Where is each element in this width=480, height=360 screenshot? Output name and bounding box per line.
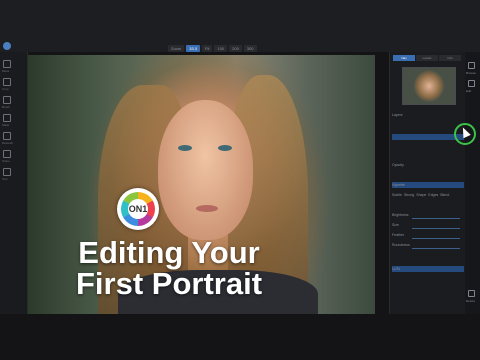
face [158, 100, 253, 240]
slider-roundness[interactable] [412, 248, 460, 249]
zoom-value[interactable]: 33.3 [186, 45, 201, 52]
zoom-100-button[interactable]: 100 [214, 45, 228, 52]
filter-tab-subtle[interactable]: Subtle [392, 192, 402, 198]
tab-levels[interactable]: Levels [416, 55, 438, 61]
opacity-label: Opacity [392, 163, 404, 167]
tool-label-mask: Mask [2, 123, 10, 127]
zoom-fit-button[interactable]: Fit [202, 45, 213, 52]
browse-icon[interactable] [468, 62, 475, 69]
tool-label-crop: Crop [2, 87, 9, 91]
tool-label-clone: Clone [2, 159, 10, 163]
eye-right [218, 145, 232, 151]
tab-nav[interactable]: Nav [393, 55, 415, 61]
layers-header[interactable]: Layers [392, 112, 464, 118]
rail-label-browse: Browse [466, 71, 477, 75]
navigator-thumbnail[interactable] [402, 67, 456, 105]
text-tool-icon[interactable] [3, 168, 11, 176]
tool-label-brush: Brush [2, 105, 10, 109]
logo-text: ON1 [128, 199, 148, 219]
rail-label-resize: Resize [466, 299, 476, 303]
filter-tab-strong[interactable]: Strong [404, 192, 414, 198]
rail-label-edit: Edit [466, 89, 472, 93]
slider-size[interactable] [412, 228, 460, 229]
zoom-controls: Zoom 33.3 Fit 100 200 300 [168, 45, 257, 52]
eye-left [178, 145, 192, 151]
tab-info[interactable]: Info [439, 55, 461, 61]
lips [196, 205, 218, 212]
title-line-2: First Portrait [75, 266, 263, 301]
vignette-filter-header[interactable]: Vignette [392, 182, 464, 188]
panel-tabs: Nav Levels Info [393, 55, 461, 61]
filter-style-tabs: Subtle Strong Shape Edges Blend [392, 192, 464, 198]
crop-tool-icon[interactable] [3, 78, 11, 86]
luts-filter-header[interactable]: LUTs [392, 266, 464, 272]
resize-icon[interactable] [468, 290, 475, 297]
mask-tool-icon[interactable] [3, 114, 11, 122]
edit-icon[interactable] [468, 80, 475, 87]
on1-logo-icon: ON1 [117, 188, 159, 230]
slider-brightness[interactable] [412, 218, 460, 219]
zoom-label: Zoom [168, 45, 185, 52]
left-toolbar: Move Crop Brush Mask Retouch Clone Text [0, 52, 28, 314]
slider-feather[interactable] [412, 238, 460, 239]
brush-tool-icon[interactable] [3, 96, 11, 104]
filter-tab-shape[interactable]: Shape [416, 192, 426, 198]
move-tool-icon[interactable] [3, 60, 11, 68]
top-toolbar: Zoom 33.3 Fit 100 200 300 [0, 0, 480, 52]
clone-tool-icon[interactable] [3, 150, 11, 158]
zoom-200-button[interactable]: 200 [229, 45, 242, 52]
tool-label-text: Text [2, 177, 8, 181]
right-panel: Nav Levels Info Layers Opacity Vignette … [389, 52, 466, 314]
filter-tab-edges[interactable]: Edges [428, 192, 438, 198]
tool-label-move: Move [2, 69, 10, 73]
title-line-1: Editing Your [78, 235, 260, 270]
tool-label-retouch: Retouch [2, 141, 14, 145]
filter-tab-blend[interactable]: Blend [440, 192, 449, 198]
zoom-300-button[interactable]: 300 [243, 45, 257, 52]
bottom-bar [0, 314, 480, 360]
app-logo-icon[interactable] [3, 42, 11, 50]
retouch-tool-icon[interactable] [3, 132, 11, 140]
